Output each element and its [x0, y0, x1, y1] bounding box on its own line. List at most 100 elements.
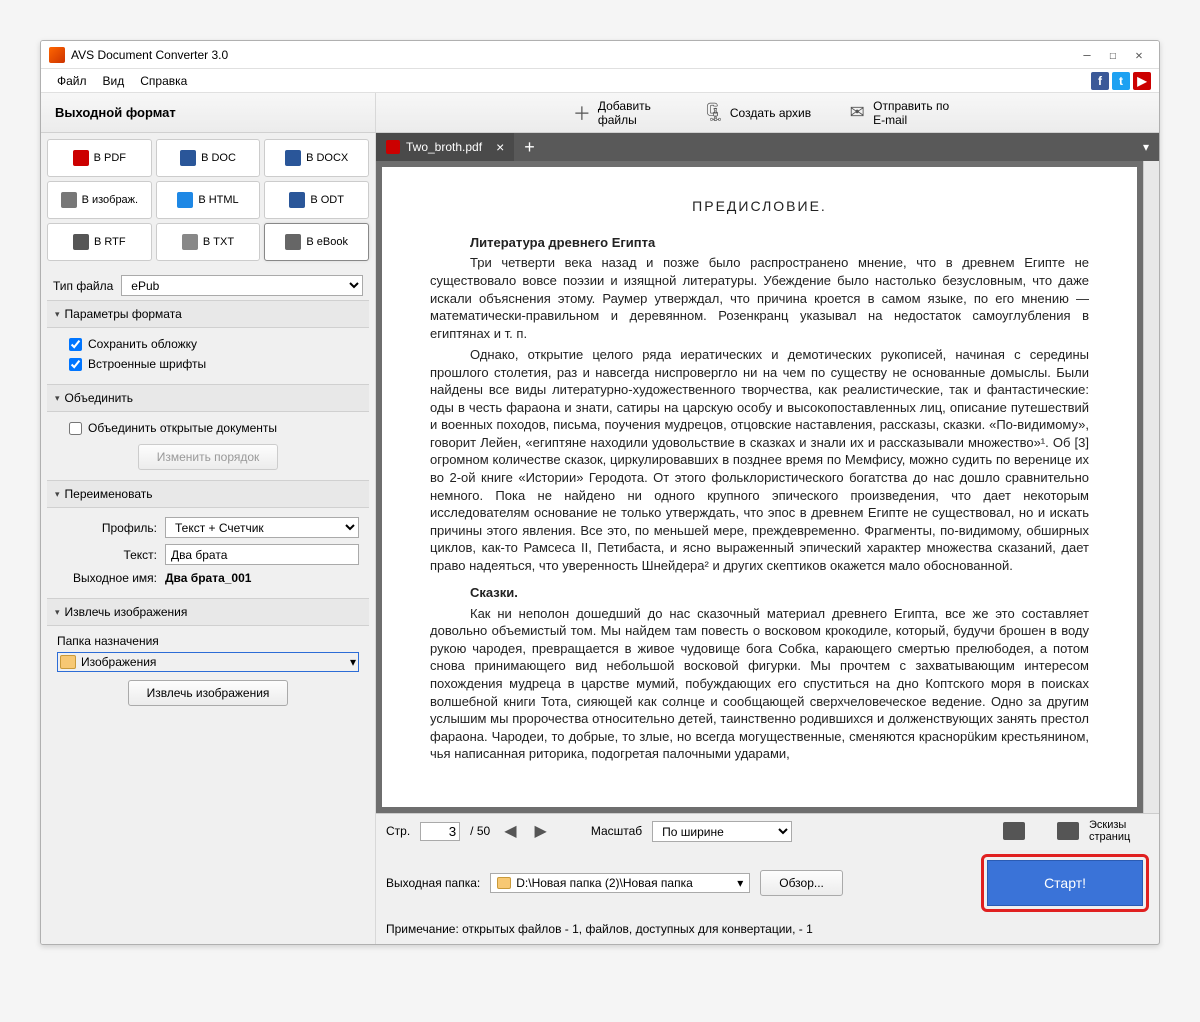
odt-icon [289, 192, 305, 208]
status-note-bar: Примечание: открытых файлов - 1, файлов,… [376, 918, 1159, 944]
image-icon [61, 192, 77, 208]
pager-bar: Стр. / 50 ◀ ▶ Масштаб По ширине Эскизы с… [376, 813, 1159, 848]
sidebar: В PDF В DOC В DOCX В изображ. В HTML В O… [41, 133, 376, 944]
section-merge[interactable]: Объединить [47, 384, 369, 412]
filetype-label: Тип файла [53, 279, 113, 293]
format-odt-button[interactable]: В ODT [264, 181, 369, 219]
format-rtf-button[interactable]: В RTF [47, 223, 152, 261]
dest-folder-label: Папка назначения [57, 634, 159, 648]
docx-icon [285, 150, 301, 166]
menubar: Файл Вид Справка f t ▶ [41, 69, 1159, 93]
create-archive-button[interactable]: 🗜 Создать архив [704, 103, 811, 123]
page-label: Стр. [386, 824, 410, 838]
doc-p2: Однако, открытие целого ряда иератически… [430, 346, 1089, 574]
chevron-down-icon: ▾ [737, 876, 743, 890]
social-links: f t ▶ [1091, 72, 1151, 90]
thumbnails-label: Эскизы страниц [1089, 819, 1149, 843]
app-logo-icon [49, 47, 65, 63]
app-window: AVS Document Converter 3.0 — ☐ ✕ Файл Ви… [40, 40, 1160, 945]
profile-select[interactable]: Текст + Счетчик [165, 517, 359, 538]
format-image-button[interactable]: В изображ. [47, 181, 152, 219]
format-txt-button[interactable]: В TXT [156, 223, 261, 261]
titlebar: AVS Document Converter 3.0 — ☐ ✕ [41, 41, 1159, 69]
add-tab-button[interactable]: + [514, 137, 545, 158]
menu-help[interactable]: Справка [132, 71, 195, 91]
add-files-button[interactable]: ＋ Добавить файлы [572, 99, 668, 127]
format-grid: В PDF В DOC В DOCX В изображ. В HTML В O… [47, 139, 369, 261]
doc-icon [180, 150, 196, 166]
html-icon [177, 192, 193, 208]
minimize-button[interactable]: — [1075, 46, 1099, 64]
embed-fonts-checkbox[interactable]: Встроенные шрифты [51, 354, 365, 374]
output-bar: Выходная папка: D:\Новая папка (2)\Новая… [376, 848, 1159, 918]
merge-open-checkbox[interactable]: Объединить открытые документы [51, 418, 365, 438]
header-toolbar: Выходной формат ＋ Добавить файлы 🗜 Созда… [41, 93, 1159, 133]
section-extract-images[interactable]: Извлечь изображения [47, 598, 369, 626]
doc-heading: ПРЕДИСЛОВИЕ. [430, 197, 1089, 216]
output-name-value: Два брата_001 [165, 571, 251, 585]
format-html-button[interactable]: В HTML [156, 181, 261, 219]
pdf-icon [73, 150, 89, 166]
youtube-icon[interactable]: ▶ [1133, 72, 1151, 90]
window-title: AVS Document Converter 3.0 [71, 48, 1073, 62]
section-format-params[interactable]: Параметры формата [47, 300, 369, 328]
prev-page-button[interactable]: ◀ [500, 821, 520, 841]
tab-menu-icon[interactable]: ▾ [1133, 140, 1159, 154]
plus-icon: ＋ [572, 103, 592, 123]
txt-icon [182, 234, 198, 250]
extract-images-button[interactable]: Извлечь изображения [128, 680, 289, 706]
browse-button[interactable]: Обзор... [760, 870, 843, 896]
doc-p3: Как ни неполон дошедший до нас сказочный… [430, 605, 1089, 763]
save-cover-checkbox[interactable]: Сохранить обложку [51, 334, 365, 354]
mail-icon: ✉ [847, 103, 867, 123]
status-note: Примечание: открытых файлов - 1, файлов,… [386, 922, 813, 936]
twitter-icon[interactable]: t [1112, 72, 1130, 90]
zoom-select[interactable]: По ширине [652, 821, 792, 842]
format-docx-button[interactable]: В DOCX [264, 139, 369, 177]
page-viewport[interactable]: ПРЕДИСЛОВИЕ. Литература древнего Египта … [376, 161, 1143, 813]
output-folder-select[interactable]: D:\Новая папка (2)\Новая папка ▾ [490, 873, 750, 893]
folder-icon [497, 877, 511, 889]
thumbnails-icon[interactable] [1057, 822, 1079, 840]
text-input[interactable] [165, 544, 359, 565]
next-page-button[interactable]: ▶ [531, 821, 551, 841]
menu-file[interactable]: Файл [49, 71, 95, 91]
start-button-highlight: Старт! [981, 854, 1149, 912]
tab-filename: Two_broth.pdf [406, 140, 482, 154]
menu-view[interactable]: Вид [95, 71, 133, 91]
create-archive-label: Создать архив [730, 106, 811, 120]
zoom-label: Масштаб [591, 824, 642, 838]
page-total: / 50 [470, 824, 490, 838]
chevron-down-icon: ▾ [350, 655, 356, 669]
send-email-label: Отправить по E-mail [873, 99, 963, 127]
text-label: Текст: [57, 548, 157, 562]
page-number-input[interactable] [420, 822, 460, 841]
output-name-label: Выходное имя: [57, 571, 157, 585]
filetype-select[interactable]: ePub [121, 275, 363, 296]
preview-panel: Two_broth.pdf × + ▾ ПРЕДИСЛОВИЕ. Литерат… [376, 133, 1159, 944]
tab-close-icon[interactable]: × [496, 139, 504, 155]
rtf-icon [73, 234, 89, 250]
vertical-scrollbar[interactable] [1143, 161, 1159, 813]
doc-p1: Три четверти века назад и позже было рас… [430, 254, 1089, 342]
print-icon[interactable] [1003, 822, 1025, 840]
document-tab[interactable]: Two_broth.pdf × [376, 133, 514, 161]
start-button[interactable]: Старт! [987, 860, 1143, 906]
folder-icon [60, 655, 76, 669]
maximize-button[interactable]: ☐ [1101, 46, 1125, 64]
doc-sub1: Литература древнего Египта [470, 234, 1089, 252]
output-format-label: Выходной формат [41, 93, 376, 132]
format-doc-button[interactable]: В DOC [156, 139, 261, 177]
format-ebook-button[interactable]: В eBook [264, 223, 369, 261]
section-rename[interactable]: Переименовать [47, 480, 369, 508]
dest-folder-select[interactable]: Изображения ▾ [57, 652, 359, 672]
ebook-icon [285, 234, 301, 250]
format-pdf-button[interactable]: В PDF [47, 139, 152, 177]
add-files-label: Добавить файлы [598, 99, 668, 127]
document-tabs: Two_broth.pdf × + ▾ [376, 133, 1159, 161]
close-button[interactable]: ✕ [1127, 46, 1151, 64]
profile-label: Профиль: [57, 521, 157, 535]
document-page: ПРЕДИСЛОВИЕ. Литература древнего Египта … [382, 167, 1137, 807]
facebook-icon[interactable]: f [1091, 72, 1109, 90]
send-email-button[interactable]: ✉ Отправить по E-mail [847, 99, 963, 127]
